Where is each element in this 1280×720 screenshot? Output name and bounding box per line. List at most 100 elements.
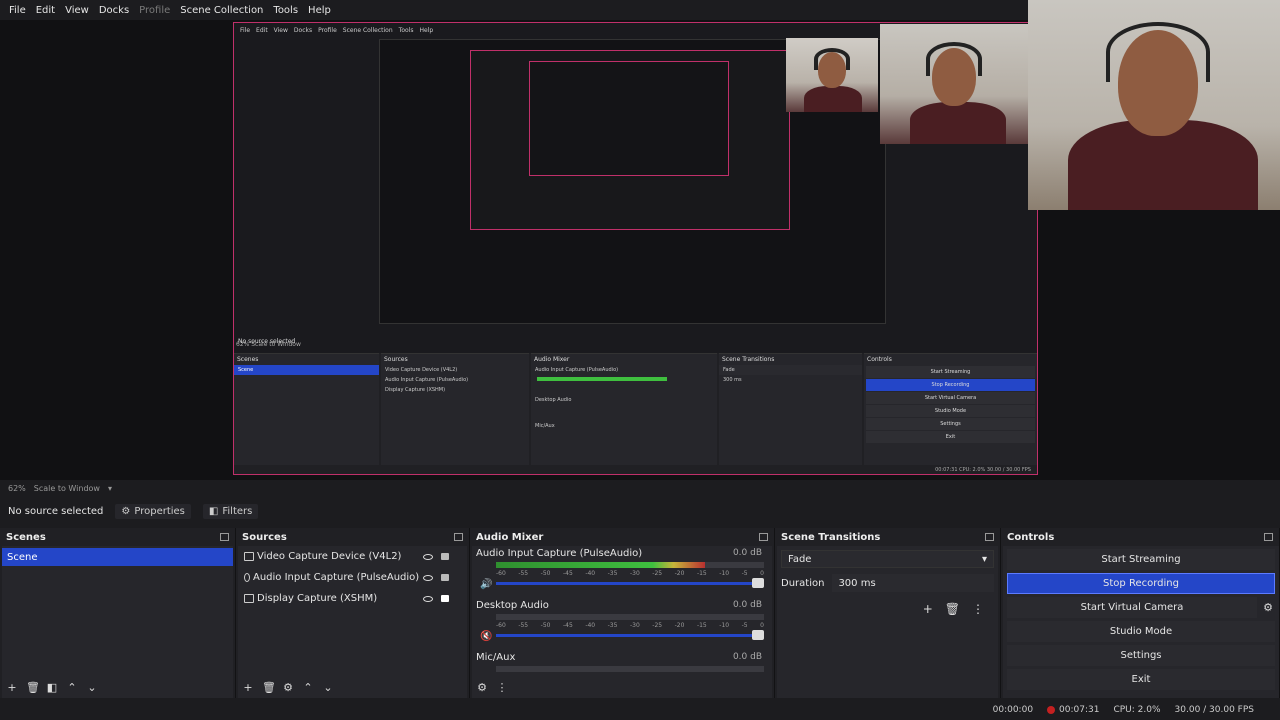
mixer-title: Audio Mixer	[476, 531, 544, 543]
stream-time: 00:00:00	[992, 705, 1034, 715]
menu-view[interactable]: View	[60, 5, 94, 16]
tick-label: -45	[562, 570, 573, 577]
volume-slider[interactable]	[496, 578, 764, 588]
start-streaming-button[interactable]: Start Streaming	[1007, 549, 1275, 570]
nested-source-2: Audio Input Capture (PulseAudio)	[385, 377, 469, 383]
undock-icon[interactable]	[759, 533, 768, 541]
monitor-icon	[244, 594, 254, 603]
preview-area[interactable]: File Edit View Docks Profile Scene Colle…	[0, 0, 1280, 480]
menu-help[interactable]: Help	[303, 5, 336, 16]
properties-button[interactable]: ⚙ Properties	[115, 503, 191, 519]
source-toolbar: No source selected ⚙ Properties ◧ Filters	[0, 500, 1280, 522]
start-virtual-camera-button[interactable]: Start Virtual Camera ⚙	[1007, 597, 1273, 618]
tick-label: -5	[741, 570, 748, 577]
sources-footer: + 🗑 ⚙ ⌃ ⌄	[242, 682, 334, 694]
source-item[interactable]: Display Capture (XSHM)	[238, 588, 467, 609]
menu-docks[interactable]: Docks	[94, 5, 134, 16]
eye-icon[interactable]	[423, 574, 433, 581]
undock-icon[interactable]	[220, 533, 229, 541]
slider-handle[interactable]	[752, 630, 764, 640]
headphones	[926, 42, 982, 76]
mixer-body: Audio Input Capture (PulseAudio) 0.0 dB …	[472, 546, 772, 698]
sources-dock: Sources Video Capture Device (V4L2) Audi…	[236, 528, 470, 698]
gear-icon[interactable]: ⚙	[476, 682, 488, 694]
speaker-muted-icon[interactable]: 🔇	[480, 631, 492, 642]
menu-scene-collection[interactable]: Scene Collection	[175, 5, 268, 16]
settings-button[interactable]: Settings	[1007, 645, 1275, 666]
cpu-usage: CPU: 2.0%	[1113, 705, 1161, 715]
controls-body: Start Streaming Stop Recording Start Vir…	[1003, 546, 1279, 698]
nested-status: 00:07:31 CPU: 2.0% 30.00 / 30.00 FPS	[935, 467, 1031, 473]
nested-source-3: Display Capture (XSHM)	[385, 387, 446, 393]
filter-icon[interactable]: ◧	[46, 682, 58, 694]
camera-icon	[244, 552, 254, 561]
move-up-icon[interactable]: ⌃	[302, 682, 314, 694]
scenes-list: Scene + 🗑 ◧ ⌃ ⌄	[2, 546, 233, 698]
nested-scenes-panel: Scenes Scene	[234, 353, 379, 465]
filters-button[interactable]: ◧ Filters	[202, 503, 259, 519]
nested-btn-studio-mode: Studio Mode	[866, 405, 1035, 417]
nested-mixer-panel: Audio Mixer Audio Input Capture (PulseAu…	[531, 353, 717, 465]
exit-button[interactable]: Exit	[1007, 669, 1275, 690]
gear-icon[interactable]: ⚙	[1263, 601, 1273, 614]
nested-sources-panel: Sources Video Capture Device (V4L2) Audi…	[381, 353, 529, 465]
mixer-channel: Desktop Audio 0.0 dB -60 -55 -50 -45 -40 -35 -…	[476, 600, 764, 652]
sources-title: Sources	[242, 531, 287, 543]
undock-icon[interactable]	[1264, 533, 1273, 541]
studio-mode-button[interactable]: Studio Mode	[1007, 621, 1275, 642]
tick-label: -15	[696, 622, 707, 629]
trash-icon[interactable]: 🗑	[262, 682, 276, 694]
nested-scene-item: Scene	[234, 365, 379, 375]
audio-mixer-dock: Audio Mixer Audio Input Capture (PulseAu…	[470, 528, 775, 698]
scenes-dock-title: Scenes	[0, 528, 235, 546]
move-up-icon[interactable]: ⌃	[66, 682, 78, 694]
menu-tools[interactable]: Tools	[268, 5, 303, 16]
add-icon[interactable]: +	[6, 682, 18, 694]
source-item[interactable]: Video Capture Device (V4L2)	[238, 546, 467, 567]
channel-db: 0.0 dB	[732, 652, 762, 662]
lock-icon[interactable]	[441, 553, 449, 560]
source-item[interactable]: Audio Input Capture (PulseAudio)	[238, 567, 467, 588]
nested-preview-deeper	[529, 61, 729, 176]
tick-label: -35	[607, 622, 618, 629]
undock-icon[interactable]	[985, 533, 994, 541]
lock-icon[interactable]	[441, 595, 449, 602]
speaker-icon[interactable]: 🔊	[480, 579, 492, 590]
kebab-menu-icon[interactable]: ⋮	[972, 602, 984, 616]
scale-mode[interactable]: Scale to Window	[34, 484, 100, 493]
eye-icon[interactable]	[423, 595, 433, 602]
volume-meter	[496, 614, 764, 620]
transition-select[interactable]: Fade ▾	[781, 550, 994, 568]
menu-edit[interactable]: Edit	[31, 5, 60, 16]
chevron-down-icon[interactable]: ▾	[108, 484, 112, 493]
kebab-menu-icon[interactable]: ⋮	[496, 682, 508, 694]
volume-slider[interactable]	[496, 630, 764, 640]
trash-icon[interactable]: 🗑	[945, 602, 960, 616]
add-icon[interactable]: +	[923, 602, 933, 616]
channel-db: 0.0 dB	[732, 548, 762, 558]
move-down-icon[interactable]: ⌄	[322, 682, 334, 694]
nested-transitions-panel: Scene Transitions Fade 300 ms	[719, 353, 862, 465]
recording-status: 00:07:31	[1047, 705, 1099, 715]
tick-label: -30	[629, 570, 640, 577]
duration-input[interactable]: 300 ms	[832, 574, 994, 592]
lock-icon[interactable]	[441, 574, 449, 581]
add-icon[interactable]: +	[242, 682, 254, 694]
eye-icon[interactable]	[423, 553, 433, 560]
slider-handle[interactable]	[752, 578, 764, 588]
nested-mixer-ch2: Desktop Audio	[535, 397, 572, 403]
meter-fill	[496, 562, 706, 568]
nested-selection: No source selected	[238, 338, 296, 345]
nested-source-1: Video Capture Device (V4L2)	[385, 367, 458, 373]
menu-file[interactable]: File	[4, 5, 31, 16]
nested-btn-streaming: Start Streaming	[866, 366, 1035, 378]
gear-icon[interactable]: ⚙	[282, 682, 294, 694]
transitions-dock-title: Scene Transitions	[775, 528, 1000, 546]
move-down-icon[interactable]: ⌄	[86, 682, 98, 694]
menu-profile[interactable]: Profile	[134, 5, 175, 16]
headphones	[1106, 22, 1210, 82]
stop-recording-button[interactable]: Stop Recording	[1007, 573, 1275, 594]
undock-icon[interactable]	[454, 533, 463, 541]
scene-item[interactable]: Scene	[2, 548, 233, 566]
trash-icon[interactable]: 🗑	[26, 682, 40, 694]
